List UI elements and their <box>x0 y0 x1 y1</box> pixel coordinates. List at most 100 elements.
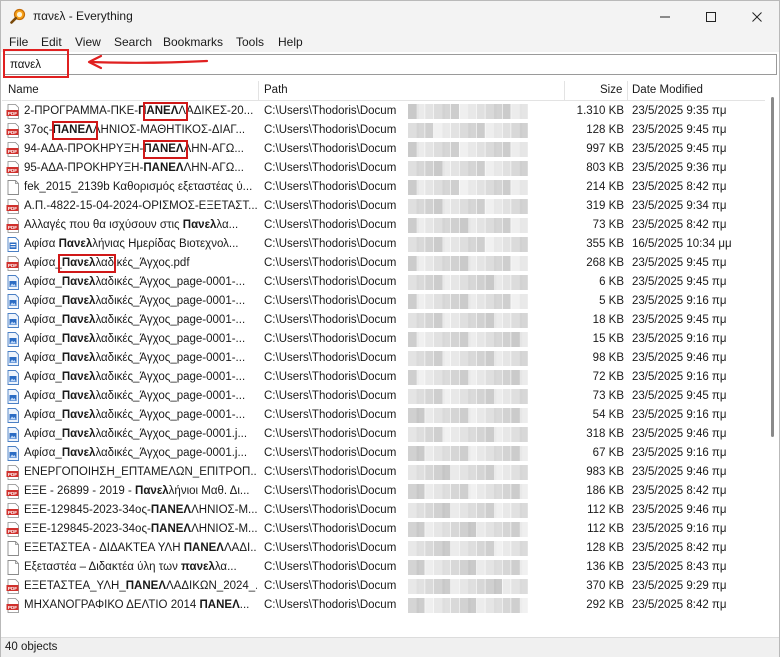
file-size: 73 KB <box>592 390 624 402</box>
table-row[interactable]: Αφίσα_Πανελλαδικές_Άγχος_page-0001-... C:… <box>2 387 765 406</box>
file-name: ΕΞΕΤΑΣΤΕΑ_ΥΛΗ_ΠΑΝΕΛΛΑΔΙΚΩΝ_2024_... <box>24 580 257 592</box>
table-row[interactable]: PDF 94-ΑΔΑ-ΠΡΟΚΗΡΥΞΗ-ΠΑΝΕΛΛΗΝ-ΑΓΩ... C:\Us… <box>2 140 765 159</box>
file-path: C:\Users\Thodoris\Docum <box>264 238 397 250</box>
redacted-path-segment <box>408 351 528 366</box>
menu-bookmarks[interactable]: Bookmarks <box>163 35 223 49</box>
table-row[interactable]: Αφίσα_Πανελλαδικές_Άγχος_page-0001-... C:… <box>2 349 765 368</box>
file-size: 803 KB <box>586 162 624 174</box>
scrollbar-thumb[interactable] <box>771 97 774 437</box>
table-row[interactable]: ΕΞΕΤΑΣΤΕΑ - ΔΙΔΑΚΤΕΑ ΥΛΗ ΠΑΝΕΛΛΑΔΙ... C:\… <box>2 539 765 558</box>
table-row[interactable]: PDF ΕΞΕ-129845-2023-34ος-ΠΑΝΕΛΛΗΝΙΟΣ-Μ...… <box>2 501 765 520</box>
file-size: 997 KB <box>586 143 624 155</box>
file-size: 355 KB <box>586 238 624 250</box>
menu-search[interactable]: Search <box>114 35 152 49</box>
table-row[interactable]: fek_2015_2139b Καθορισμός εξεταστέας ύ..… <box>2 178 765 197</box>
menu-help[interactable]: Help <box>278 35 303 49</box>
date-modified: 23/5/2025 9:29 πμ <box>632 580 727 592</box>
table-row[interactable]: PDF Αφίσα_Πανελλαδικές_Άγχος.pdf C:\Users\… <box>2 254 765 273</box>
table-row[interactable]: Αφίσα_Πανελλαδικές_Άγχος_page-0001-... C:… <box>2 406 765 425</box>
close-button[interactable] <box>734 1 780 32</box>
image-icon <box>7 370 19 385</box>
file-path: C:\Users\Thodoris\Docum <box>264 181 397 193</box>
table-row[interactable]: PDF Α.Π.-4822-15-04-2024-ΟΡΙΣΜΟΣ-ΕΞΕΤΑΣΤ.… <box>2 197 765 216</box>
table-row[interactable]: Αφίσα_Πανελλαδικές_Άγχος_page-0001-... C:… <box>2 292 765 311</box>
column-divider[interactable] <box>627 81 628 101</box>
file-name: ΜΗΧΑΝΟΓΡΑΦΙΚΟ ΔΕΛΤΙΟ 2014 ΠΑΝΕΛ... <box>24 599 257 611</box>
file-name-part: ΛΗΝ-ΑΓΩ... <box>183 143 244 155</box>
table-row[interactable]: PDF ΕΞΕ-129845-2023-34ος-ΠΑΝΕΛΛΗΝΙΟΣ-Μ...… <box>2 520 765 539</box>
table-row[interactable]: PDF 2-ΠΡΟΓΡΑΜΜΑ-ΠΚΕ-ΠΑΝΕΛΛΑΔΙΚΕΣ-20... C:\… <box>2 102 765 121</box>
file-name-part: ΛΑΔΙΚΕΣ-20... <box>178 105 254 117</box>
match-highlight: Πανελ <box>61 352 96 364</box>
menu-file[interactable]: File <box>9 35 28 49</box>
table-row[interactable]: PDF ΕΝΕΡΓΟΠΟΙΗΣΗ_ΕΠΤΑΜΕΛΩΝ_ΕΠΙΤΡΟΠ... C:\U… <box>2 463 765 482</box>
file-name: Αφίσα_Πανελλαδικές_Άγχος_page-0001.j... <box>24 428 257 440</box>
file-name-part: λα... <box>216 219 239 231</box>
redacted-path-segment <box>408 104 528 119</box>
date-modified: 23/5/2025 9:46 πμ <box>632 352 727 364</box>
table-row[interactable]: PDF 95-ΑΔΑ-ΠΡΟΚΗΡΥΞΗ-ΠΑΝΕΛΛΗΝ-ΑΓΩ... C:\Us… <box>2 159 765 178</box>
date-modified: 23/5/2025 9:45 πμ <box>632 314 727 326</box>
file-name-part: Αφίσα_ <box>24 428 62 440</box>
file-name: Αφίσα_Πανελλαδικές_Άγχος_page-0001-... <box>24 390 257 402</box>
table-row[interactable]: PDF ΜΗΧΑΝΟΓΡΑΦΙΚΟ ΔΕΛΤΙΟ 2014 ΠΑΝΕΛ... C:\… <box>2 596 765 615</box>
file-path: C:\Users\Thodoris\Docum <box>264 371 397 383</box>
table-row[interactable]: PDF Αλλαγές που θα ισχύσουν στις Πανελλα.… <box>2 216 765 235</box>
file-name-part: λαδικές_Άγχος_page-0001-... <box>95 371 246 383</box>
table-row[interactable]: Εξεταστέα – Διδακτέα ύλη των πανελλα... C… <box>2 558 765 577</box>
date-modified: 23/5/2025 8:42 πμ <box>632 181 727 193</box>
file-size: 72 KB <box>592 371 624 383</box>
pdf-icon: PDF <box>6 123 19 138</box>
table-row[interactable]: Αφίσα_Πανελλαδικές_Άγχος_page-0001-... C:… <box>2 368 765 387</box>
file-name-part: 94-ΑΔΑ-ΠΡΟΚΗΡΥΞΗ- <box>24 143 144 155</box>
column-divider[interactable] <box>258 81 259 101</box>
minimize-button[interactable] <box>642 1 688 32</box>
table-row[interactable]: PDF ΕΞΕΤΑΣΤΕΑ_ΥΛΗ_ΠΑΝΕΛΛΑΔΙΚΩΝ_2024_... C:… <box>2 577 765 596</box>
file-name: Αφίσα_Πανελλαδικές_Άγχος_page-0001-... <box>24 371 257 383</box>
file-name-part: fek_2015_2139b Καθορισμός εξεταστέας ύ..… <box>24 181 253 193</box>
match-highlight: Πανελ <box>61 295 96 307</box>
menu-tools[interactable]: Tools <box>236 35 264 49</box>
svg-text:PDF: PDF <box>8 168 17 173</box>
table-row[interactable]: Αφίσα_Πανελλαδικές_Άγχος_page-0001-... C:… <box>2 330 765 349</box>
table-row[interactable]: Αφίσα_Πανελλαδικές_Άγχος_page-0001.j... C… <box>2 444 765 463</box>
menu-view[interactable]: View <box>75 35 101 49</box>
table-row[interactable]: Αφίσα_Πανελλαδικές_Άγχος_page-0001.j... C… <box>2 425 765 444</box>
file-name-part: ΛΑΔΙ... <box>223 542 257 554</box>
redacted-path-segment <box>408 484 528 499</box>
column-divider[interactable] <box>564 81 565 101</box>
column-header-path[interactable]: Path <box>264 84 288 96</box>
file-name-part: ΕΞΕ-129845-2023-34ος- <box>24 504 151 516</box>
menu-edit[interactable]: Edit <box>41 35 62 49</box>
column-header-name[interactable]: Name <box>8 84 39 96</box>
file-path: C:\Users\Thodoris\Docum <box>264 314 397 326</box>
file-name: Αφίσα_Πανελλαδικές_Άγχος_page-0001.j... <box>24 447 257 459</box>
match-highlight: Πανελ <box>61 333 96 345</box>
file-name: fek_2015_2139b Καθορισμός εξεταστέας ύ..… <box>24 181 257 193</box>
file-name-part: λαδικές_Άγχος_page-0001-... <box>95 276 246 288</box>
file-name-part: Α.Π.-4822-15-04-2024-ΟΡΙΣΜΟΣ-ΕΞΕΤΑΣΤ... <box>24 200 257 212</box>
table-row[interactable]: Αφίσα_Πανελλαδικές_Άγχος_page-0001-... C:… <box>2 273 765 292</box>
redacted-path-segment <box>408 408 528 423</box>
date-modified: 23/5/2025 9:46 πμ <box>632 428 727 440</box>
image-icon <box>7 446 19 461</box>
svg-text:PDF: PDF <box>8 225 17 230</box>
file-name-part: Αφίσα <box>24 238 59 250</box>
file-name-part: ΛΗΝΙΟΣ-Μ... <box>191 504 257 516</box>
redacted-path-segment <box>408 180 528 195</box>
vertical-scrollbar[interactable] <box>765 81 779 636</box>
table-row[interactable]: PDF ΕΞΕ - 26899 - 2019 - Πανελλήνιοι Μαθ.… <box>2 482 765 501</box>
table-row[interactable]: Αφίσα Πανελλήνιας Ημερίδας Βιοτεχνολ... C… <box>2 235 765 254</box>
file-size: 112 KB <box>587 504 624 516</box>
file-size: 15 KB <box>592 333 624 345</box>
file-name-part: λαδικές_Άγχος_page-0001-... <box>95 352 246 364</box>
search-input[interactable] <box>5 55 776 74</box>
redacted-path-segment <box>408 294 528 309</box>
table-row[interactable]: Αφίσα_Πανελλαδικές_Άγχος_page-0001-... C:… <box>2 311 765 330</box>
horizontal-scrollbar[interactable] <box>2 623 765 636</box>
maximize-button[interactable] <box>688 1 734 32</box>
column-header-date[interactable]: Date Modified <box>632 84 703 96</box>
column-header-size[interactable]: Size <box>600 84 622 96</box>
file-name: ΕΞΕ-129845-2023-34ος-ΠΑΝΕΛΛΗΝΙΟΣ-Μ... <box>24 504 257 516</box>
table-row[interactable]: PDF 37ος-ΠΑΝΕΛΛΗΝΙΟΣ-ΜΑΘΗΤΙΚΟΣ-ΔΙΑΓ... C:\… <box>2 121 765 140</box>
